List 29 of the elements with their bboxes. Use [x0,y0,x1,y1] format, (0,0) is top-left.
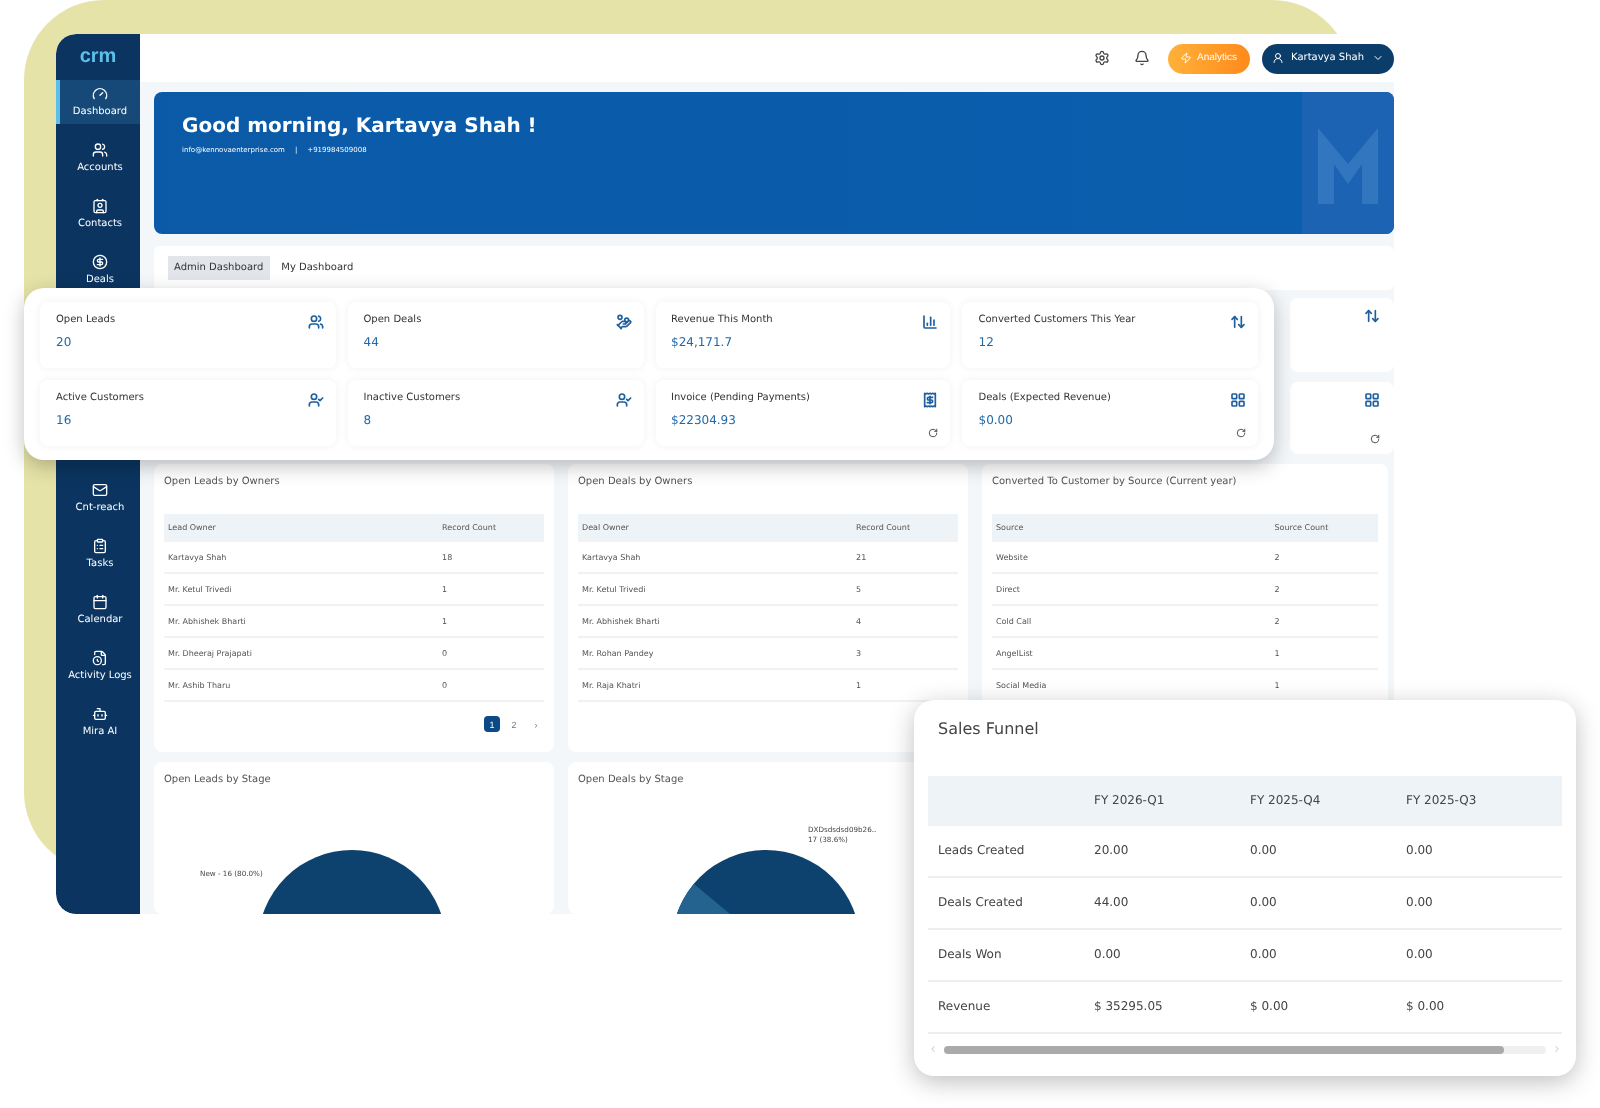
user-icon [1271,52,1284,64]
users-icon [307,314,324,330]
card-title: Sales Funnel [938,720,1041,738]
dollar-icon [92,254,108,270]
users-icon [92,142,108,158]
calendar-icon [92,594,108,610]
logo-mark-icon [1302,92,1394,234]
greeting: Good morning, Kartavya Shah ! [182,116,539,138]
user-check-icon [307,392,324,408]
contact-card-icon [92,198,108,214]
clipboard-icon [92,538,108,554]
grid-icon [1364,391,1380,407]
refresh-icon[interactable] [1370,434,1380,444]
refresh-icon[interactable] [1236,428,1246,438]
logo: crm [77,46,119,68]
gauge-icon [92,86,108,102]
bar-chart-icon [922,314,939,330]
hand-coins-icon [615,314,631,330]
user-check-icon [615,392,631,408]
sort-icon [1230,314,1246,330]
file-clock-icon [92,650,108,666]
robot-icon [92,706,108,722]
lightning-icon [1179,52,1191,64]
grid-icon [1230,392,1246,408]
sort-icon [1364,308,1380,324]
refresh-icon[interactable] [928,428,939,438]
receipt-icon [922,392,939,408]
mail-icon [92,482,108,498]
caret-icon [1372,52,1384,64]
